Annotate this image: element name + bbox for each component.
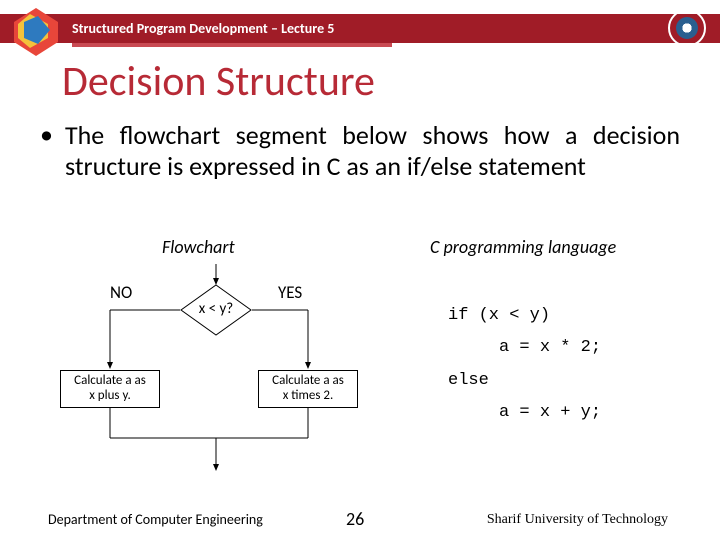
- bullet-dot: •: [40, 120, 53, 181]
- institution-logo-right: [668, 9, 706, 47]
- process-yes-line1: Calculate a as: [259, 374, 357, 389]
- footer-department: Department of Computer Engineering: [48, 511, 263, 528]
- no-label: NO: [110, 282, 132, 303]
- decision-diamond: x < y?: [180, 284, 252, 336]
- institution-logo-left: [8, 4, 64, 60]
- flowchart-label: Flowchart: [162, 236, 235, 258]
- yes-label: YES: [278, 282, 302, 303]
- code-line-2: a = x * 2;: [448, 338, 601, 357]
- code-block: if (x < y) a = x * 2; else a = x + y;: [448, 300, 601, 429]
- code-line-3: else: [448, 371, 489, 390]
- process-no-line2: x plus y.: [61, 389, 159, 404]
- footer-university: Sharif University of Technology: [487, 512, 668, 528]
- logo-right-inner: [676, 17, 698, 39]
- header-title: Structured Program Development – Lecture…: [72, 20, 334, 37]
- bullet-block: • The flowchart segment below shows how …: [40, 120, 680, 181]
- process-box-no: Calculate a as x plus y.: [60, 370, 160, 408]
- header-bar: Structured Program Development – Lecture…: [0, 14, 720, 43]
- bullet-text: The flowchart segment below shows how a …: [65, 120, 680, 181]
- slide-number: 26: [346, 508, 364, 530]
- process-no-line1: Calculate a as: [61, 374, 159, 389]
- header-strip: [72, 43, 392, 47]
- process-yes-line2: x times 2.: [259, 389, 357, 404]
- code-line-4: a = x + y;: [448, 403, 601, 422]
- code-line-1: if (x < y): [448, 306, 550, 325]
- slide-title: Decision Structure: [62, 56, 375, 107]
- code-label: C programming language: [430, 236, 616, 258]
- decision-text: x < y?: [180, 300, 252, 318]
- process-box-yes: Calculate a as x times 2.: [258, 370, 358, 408]
- flowchart: NO YES x < y? Calculate a as x plus y. C…: [40, 262, 380, 492]
